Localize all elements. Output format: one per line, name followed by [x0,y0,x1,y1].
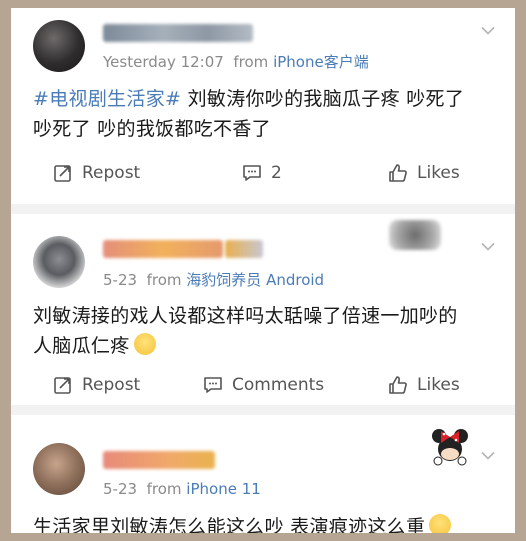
thumbs-up-icon [389,376,407,394]
repost-label: Repost [82,375,141,395]
timestamp: Yesterday 12:07 [103,53,224,71]
from-label: from [233,53,269,71]
grin-emoji-icon [133,333,156,355]
decoration-sticker [389,220,441,250]
likes-label: Likes [417,163,460,183]
like-button[interactable]: Likes [388,153,460,193]
timestamp: 5-23 [103,271,138,289]
repost-icon [54,377,71,394]
username-blurred[interactable] [103,24,253,42]
post-text-line1: 刘敏涛接的戏人设都这样吗太聒噪了倍速一加吵的 [33,305,458,327]
weibo-post: 5-23 from iPhone 11 生活家里刘敏涛怎么能这么吵 表演痕迹这么… [11,415,515,533]
source-client[interactable]: iPhone 11 [186,480,261,498]
post-text: 刘敏涛接的戏人设都这样吗太聒噪了倍速一加吵的 人脑瓜仁疼 [33,301,458,361]
chevron-down-icon[interactable] [481,451,495,461]
action-bar: Repost 2 Likes [11,153,515,193]
comment-icon [204,377,222,393]
repost-icon [54,165,71,182]
weibo-feed: Yesterday 12:07 from iPhone客户端 #电视剧生活家# … [11,8,515,533]
post-meta: 5-23 from iPhone 11 [103,480,261,498]
post-text: #电视剧生活家# 刘敏涛你吵的我脑瓜子疼 吵死了 吵死了 吵的我饭都吃不香了 [33,84,464,144]
from-label: from [146,271,182,289]
likes-label: Likes [417,375,460,395]
thumbs-up-icon [389,164,407,182]
action-bar: Repost Comments Likes [11,365,515,405]
weibo-post: Yesterday 12:07 from iPhone客户端 #电视剧生活家# … [11,8,515,204]
chevron-down-icon[interactable] [481,242,495,252]
username-blurred[interactable] [103,451,215,469]
comment-count: 2 [271,163,282,183]
post-text: 生活家里刘敏涛怎么能这么吵 表演痕迹这么重 [33,512,452,533]
source-client[interactable]: 海豹饲养员 Android [186,271,324,289]
like-button[interactable]: Likes [388,365,460,405]
repost-label: Repost [82,163,141,183]
post-meta: Yesterday 12:07 from iPhone客户端 [103,51,369,72]
weibo-post: 5-23 from 海豹饲养员 Android 刘敏涛接的戏人设都这样吗太聒噪了… [11,214,515,405]
username-blurred[interactable] [103,240,223,258]
avatar[interactable] [33,20,85,72]
user-badges [225,240,263,258]
minnie-sticker-icon [432,429,468,466]
post-text-line2: 吵死了 吵的我饭都吃不香了 [33,118,271,140]
chevron-down-icon[interactable] [481,26,495,36]
from-label: from [146,480,182,498]
post-meta: 5-23 from 海豹饲养员 Android [103,269,324,290]
comments-label: Comments [232,375,325,395]
avatar[interactable] [33,443,85,495]
timestamp: 5-23 [103,480,138,498]
comment-button[interactable]: Comments [203,365,324,405]
avatar[interactable] [33,236,85,288]
sweat-emoji-icon [429,514,452,533]
source-client[interactable]: iPhone客户端 [273,53,369,71]
comment-icon [243,165,261,181]
post-text-line1: 生活家里刘敏涛怎么能这么吵 表演痕迹这么重 [33,516,426,533]
repost-button[interactable]: Repost [53,365,140,405]
post-text-line2: 人脑瓜仁疼 [33,335,130,357]
topic-hashtag[interactable]: #电视剧生活家# [33,88,181,110]
repost-button[interactable]: Repost [53,153,140,193]
comment-button[interactable]: 2 [242,153,282,193]
post-text-line1: 刘敏涛你吵的我脑瓜子疼 吵死了 [181,88,465,110]
